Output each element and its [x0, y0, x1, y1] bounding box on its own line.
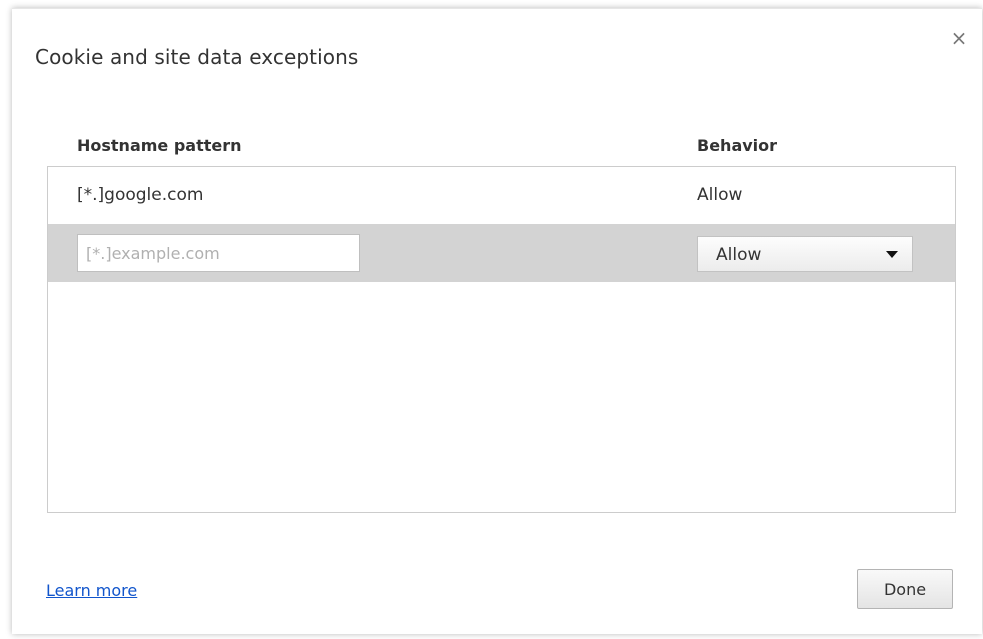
new-exception-row: Allow [48, 224, 955, 282]
close-icon[interactable]: × [950, 28, 968, 48]
column-header-hostname: Hostname pattern [77, 136, 242, 155]
exception-hostname: [*.]google.com [77, 185, 204, 205]
hostname-pattern-input[interactable] [77, 234, 360, 272]
learn-more-link[interactable]: Learn more [46, 581, 137, 600]
caret-down-icon [886, 251, 898, 258]
dialog-title: Cookie and site data exceptions [35, 45, 359, 69]
done-button[interactable]: Done [857, 569, 953, 609]
exception-behavior: Allow [697, 185, 743, 205]
column-header-behavior: Behavior [697, 136, 778, 155]
exceptions-list: [*.]google.com Allow Allow [47, 166, 956, 513]
behavior-select[interactable]: Allow [697, 236, 913, 272]
exception-row[interactable]: [*.]google.com Allow [48, 167, 955, 225]
behavior-select-value: Allow [716, 245, 762, 265]
cookie-exceptions-dialog: Cookie and site data exceptions × Hostna… [12, 8, 982, 634]
